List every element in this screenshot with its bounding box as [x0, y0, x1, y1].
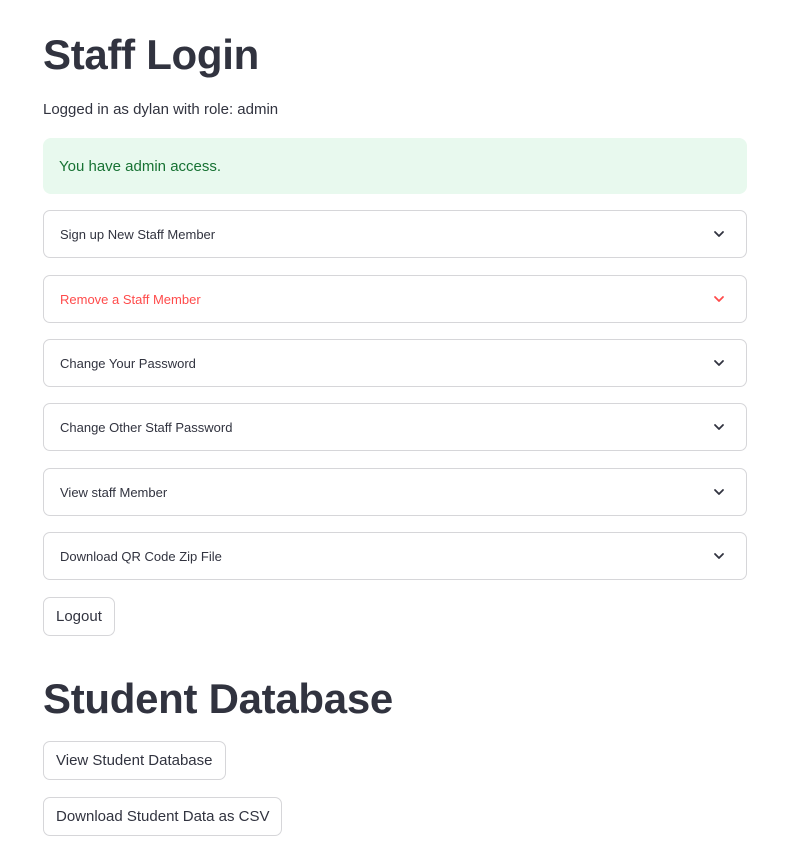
student-database-title: Student Database — [43, 675, 393, 722]
logged-in-status: Logged in as dylan with role: admin — [43, 101, 279, 118]
success-alert: You have admin access. — [43, 138, 747, 194]
page-title: Staff Login — [43, 31, 259, 78]
chevron-down-icon — [712, 549, 726, 563]
logout-button[interactable]: Logout — [43, 597, 115, 636]
chevron-down-icon — [712, 356, 726, 370]
chevron-down-icon — [712, 227, 726, 241]
expander-download-qr[interactable]: Download QR Code Zip File — [43, 532, 747, 580]
expander-label: Change Your Password — [60, 355, 196, 371]
expander-label: Remove a Staff Member — [60, 291, 201, 307]
expander-remove-staff[interactable]: Remove a Staff Member — [43, 275, 747, 323]
expander-label: Sign up New Staff Member — [60, 226, 216, 242]
expander-sign-up-staff[interactable]: Sign up New Staff Member — [43, 210, 747, 258]
expander-change-password[interactable]: Change Your Password — [43, 339, 747, 387]
download-student-csv-button[interactable]: Download Student Data as CSV — [43, 797, 283, 836]
expander-view-staff[interactable]: View staff Member — [43, 468, 747, 516]
expander-change-other-password[interactable]: Change Other Staff Password — [43, 403, 747, 451]
alert-message: You have admin access. — [59, 157, 222, 175]
chevron-down-icon — [712, 420, 726, 434]
chevron-down-icon — [712, 485, 726, 499]
view-student-database-button[interactable]: View Student Database — [43, 741, 226, 780]
expander-label: Change Other Staff Password — [60, 419, 233, 435]
expander-label: View staff Member — [60, 484, 168, 500]
chevron-down-icon — [712, 292, 726, 306]
expander-label: Download QR Code Zip File — [60, 548, 222, 564]
